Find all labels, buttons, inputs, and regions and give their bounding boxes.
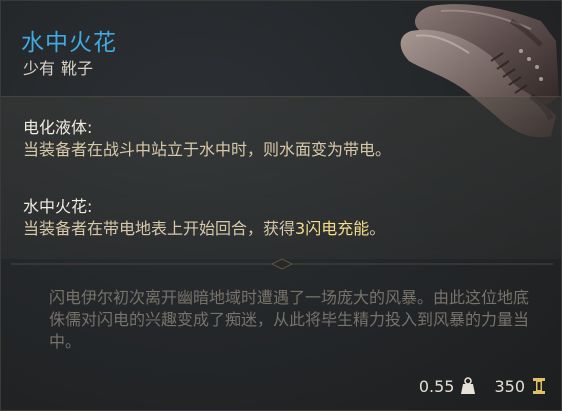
item-rarity: 少有 <box>23 59 56 78</box>
passive-electrified-liquid: 电化液体: 当装备者在战斗中站立于水中时，则水面变为带电。 <box>23 117 403 161</box>
passive-water-spark: 水中火花: 当装备者在带电地表上开始回合，获得3闪电充能。 <box>23 196 543 240</box>
passive-description: 当装备者在带电地表上开始回合，获得3闪电充能。 <box>23 218 543 240</box>
passive-description-prefix: 当装备者在带电地表上开始回合，获得 <box>23 219 296 238</box>
passive-title: 电化液体: <box>23 118 93 137</box>
gold-value: 350 <box>494 376 525 396</box>
passive-title: 水中火花: <box>23 197 93 216</box>
weight-value: 0.55 <box>418 376 455 396</box>
item-name: 水中火花 <box>21 30 117 56</box>
item-footer: 0.55 350 <box>419 374 547 398</box>
divider-ornament <box>11 258 553 270</box>
item-type: 靴子 <box>61 59 94 78</box>
passive-description-suffix: 。 <box>369 219 386 238</box>
item-subtitle: 少有 靴子 <box>23 55 99 79</box>
lore-text: 闪电伊尔初次离开幽暗地域时遭遇了一场庞大的风暴。由此这位地底侏儒对闪电的兴趣变成… <box>49 288 530 351</box>
weight-icon <box>460 377 476 395</box>
gold-icon <box>531 377 547 395</box>
item-tooltip: 水中火花 少有 靴子 电化液体: 当装备者在战斗中站立于水中时，则水面变为带电。… <box>0 0 562 411</box>
passive-description: 当装备者在战斗中站立于水中时，则水面变为带电。 <box>23 140 392 159</box>
lightning-charge-highlight[interactable]: 3闪电充能 <box>295 219 369 238</box>
passives-section: 电化液体: 当装备者在战斗中站立于水中时，则水面变为带电。 水中火花: 当装备者… <box>1 96 561 259</box>
